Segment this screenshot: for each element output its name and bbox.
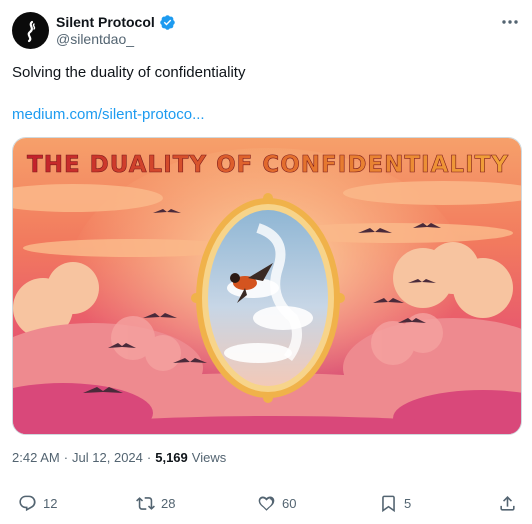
- tweet-text: Solving the duality of confidentiality: [12, 64, 246, 81]
- tweet-link[interactable]: medium.com/silent-protoco...: [12, 105, 205, 125]
- tweet-card: Silent Protocol @silentdao_ Solving the …: [0, 0, 532, 524]
- media-illustration: THE DUALITY OF CONFIDENTIALITY: [13, 138, 521, 434]
- media-title-text: THE DUALITY OF CONFIDENTIALITY: [27, 152, 509, 178]
- repost-button[interactable]: 28: [136, 488, 175, 518]
- meta-separator: ·: [146, 450, 152, 465]
- avatar[interactable]: [12, 12, 49, 49]
- author-display-name[interactable]: Silent Protocol: [56, 14, 155, 30]
- silent-protocol-logo-icon: [27, 20, 35, 42]
- more-options-button[interactable]: [498, 12, 522, 32]
- repost-count: 28: [161, 495, 176, 511]
- tweet-meta: 2:42 AM · Jul 12, 2024 · 5,169 Views: [12, 450, 226, 465]
- bookmark-button[interactable]: 5: [379, 488, 411, 518]
- reply-button[interactable]: 12: [18, 488, 57, 518]
- bookmark-count: 5: [404, 495, 412, 511]
- reply-count: 12: [43, 495, 58, 511]
- meta-separator: ·: [63, 450, 69, 465]
- author-handle[interactable]: @silentdao_: [56, 31, 134, 47]
- like-button[interactable]: 60: [257, 488, 296, 518]
- share-icon: [500, 495, 515, 511]
- share-button[interactable]: [498, 488, 517, 518]
- bookmark-icon: [382, 495, 395, 512]
- like-count: 60: [282, 495, 297, 511]
- author-name-row: Silent Protocol: [56, 12, 176, 32]
- action-bar: 12 28 60 5: [0, 488, 532, 518]
- tweet-time[interactable]: 2:42 AM: [12, 450, 60, 465]
- views-count: 5,169: [155, 450, 188, 465]
- repost-icon: [136, 496, 155, 510]
- heart-icon: [258, 495, 275, 511]
- tweet-date[interactable]: Jul 12, 2024: [72, 450, 143, 465]
- reply-icon: [19, 495, 36, 511]
- more-dots-icon: [502, 20, 518, 24]
- views-label: Views: [191, 450, 227, 465]
- tweet-media-image[interactable]: THE DUALITY OF CONFIDENTIALITY: [12, 137, 522, 435]
- verified-badge-icon: [160, 14, 175, 30]
